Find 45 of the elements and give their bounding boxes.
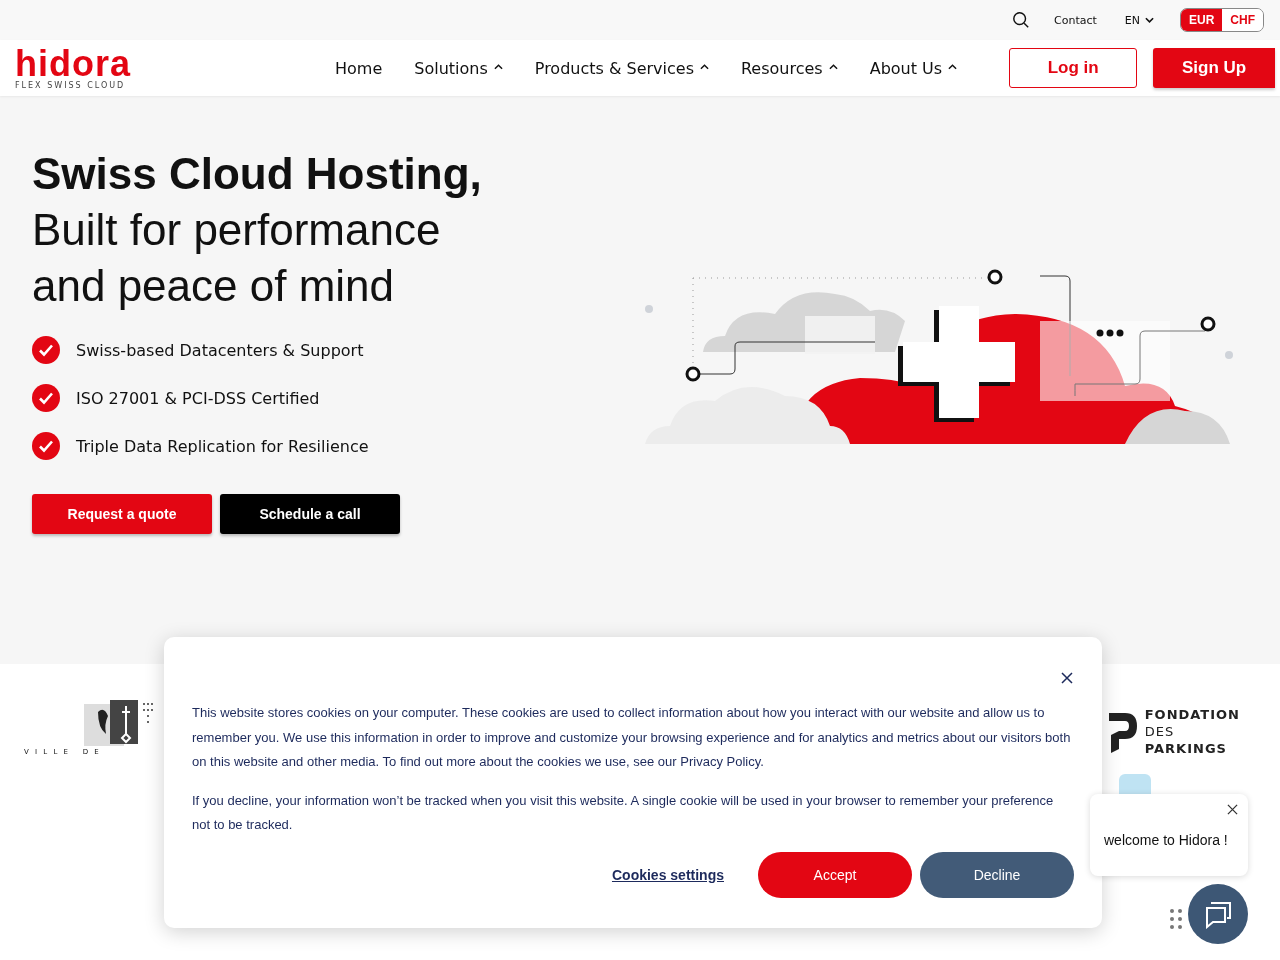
- logo-wordmark[interactable]: hidora: [15, 46, 335, 81]
- close-icon[interactable]: [1227, 804, 1238, 815]
- client-logo-text: DES: [1144, 723, 1176, 740]
- coat-of-arms-icon: [84, 698, 154, 748]
- accept-button[interactable]: Accept: [758, 851, 912, 898]
- logo-tagline: FLEX SWISS CLOUD: [15, 80, 127, 90]
- login-button[interactable]: Log in: [1009, 48, 1138, 88]
- nav-link[interactable]: About Us: [869, 58, 958, 78]
- hero-subtitle: Built for performance: [32, 204, 442, 256]
- contact-link[interactable]: Contact: [1054, 13, 1097, 27]
- cta-button[interactable]: Schedule a call: [220, 494, 400, 534]
- signup-button[interactable]: Sign Up: [1153, 48, 1276, 88]
- hero-title: Swiss Cloud Hosting,: [32, 148, 483, 200]
- cookie-text: If you decline, your information won’t be tracked when you visit this website. A single cookie will be used in your browser to remember your preference not to be tracked.: [192, 791, 1055, 834]
- nav-link[interactable]: Resources: [740, 58, 838, 78]
- check-circle-icon: [32, 432, 60, 460]
- check-circle-icon: [32, 384, 60, 412]
- check-circle-icon: [32, 336, 60, 364]
- nav-link[interactable]: Solutions: [414, 58, 503, 78]
- currency-option[interactable]: EUR: [1181, 9, 1223, 31]
- feature-text: ISO 27001 & PCI-DSS Certified: [76, 388, 320, 408]
- client-logo-text: PARKINGS: [1144, 740, 1228, 757]
- cookies-settings-link[interactable]: Cookies settings: [611, 866, 724, 883]
- client-logo-text: FONDATION: [1144, 706, 1240, 723]
- currency-option[interactable]: CHF: [1222, 9, 1263, 31]
- chat-launcher-button[interactable]: [1188, 884, 1248, 944]
- caret-up-icon: [828, 64, 838, 70]
- drag-handle-icon[interactable]: [1170, 909, 1182, 929]
- chevron-down-icon: [1145, 17, 1154, 23]
- caret-up-icon: [948, 64, 958, 70]
- search-icon[interactable]: [1012, 11, 1030, 29]
- decline-button[interactable]: Decline: [920, 851, 1074, 898]
- cta-button[interactable]: Request a quote: [32, 494, 212, 534]
- caret-up-icon: [699, 64, 709, 70]
- nav-link[interactable]: Home: [335, 58, 383, 78]
- close-icon[interactable]: [1061, 672, 1073, 684]
- cookie-text: This website stores cookies on your computer. These cookies are used to collect information about how you interact with our website and allow us to remember you. We use this information in order to improve and customize your browsing experience and for analytics and metrics about our visitors both on this website and other media. To find out more about the cookies we use, see our Privacy Policy.: [192, 704, 1072, 771]
- feature-text: Triple Data Replication for Resilience: [76, 436, 369, 456]
- caret-up-icon: [493, 64, 503, 70]
- chat-icon: [1203, 899, 1233, 929]
- feature-text: Swiss-based Datacenters & Support: [76, 340, 364, 360]
- hero-subtitle: and peace of mind: [32, 260, 396, 312]
- nav-link[interactable]: Products & Services: [534, 58, 709, 78]
- chat-message: welcome to Hidora !: [1104, 832, 1228, 848]
- language-selector[interactable]: EN: [1124, 13, 1154, 27]
